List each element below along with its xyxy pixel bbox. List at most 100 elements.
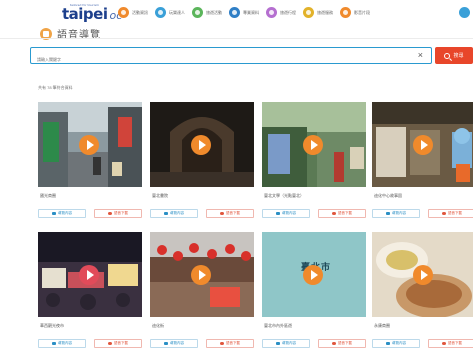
download-icon — [442, 211, 446, 216]
logo-text: taipei — [62, 5, 108, 23]
guide-thumbnail[interactable] — [150, 102, 254, 187]
calendar-icon — [118, 7, 129, 18]
card-actions: 導覽內容 語音下載 — [150, 339, 254, 348]
guide-thumbnail[interactable] — [372, 102, 473, 187]
view-content-button[interactable]: 導覽內容 — [262, 209, 310, 218]
guide-title: 國光商圈 — [40, 193, 56, 198]
guide-thumbnail[interactable] — [372, 232, 473, 317]
route-icon — [266, 7, 277, 18]
flag-icon — [192, 7, 203, 18]
guide-card: 臺北書院 導覽內容 語音下載 — [150, 102, 254, 218]
document-icon — [229, 7, 240, 18]
external-link-icon — [52, 341, 56, 346]
download-audio-button[interactable]: 語音下載 — [94, 339, 142, 348]
search-bar: × — [30, 47, 432, 67]
guide-card: 永康商圈 導覽內容 語音下載 — [372, 232, 473, 348]
nav-item-events[interactable]: 活動資訊 — [118, 7, 148, 18]
view-content-button[interactable]: 導覽內容 — [372, 209, 420, 218]
guide-title: 臺北文學（光點臺北） — [264, 193, 304, 198]
divider — [0, 38, 473, 39]
play-icon[interactable] — [191, 135, 211, 155]
view-content-button[interactable]: 導覽內容 — [150, 339, 198, 348]
nav-item-services[interactable]: 旅遊服務 — [303, 7, 333, 18]
download-audio-button[interactable]: 語音下載 — [206, 339, 254, 348]
play-icon[interactable] — [79, 265, 99, 285]
guide-card: 迪化街 導覽內容 語音下載 — [150, 232, 254, 348]
info-icon — [303, 7, 314, 18]
guide-card: 國光商圈 導覽內容 語音下載 — [38, 102, 142, 218]
download-icon — [332, 341, 336, 346]
view-content-button[interactable]: 導覽內容 — [372, 339, 420, 348]
external-link-icon — [386, 341, 390, 346]
result-count: 共有 78 筆符合資料 — [38, 85, 73, 90]
card-actions: 導覽內容 語音下載 — [372, 339, 473, 348]
guide-thumbnail[interactable] — [38, 102, 142, 187]
guide-card: 臺北文學（光點臺北） 導覽內容 語音下載 — [262, 102, 366, 218]
logo-tagline: tailored for tourism — [70, 3, 99, 7]
nav-item-trips[interactable]: 旅遊行程 — [266, 7, 296, 18]
site-logo[interactable]: tailored for tourism taipei oc — [62, 3, 122, 23]
download-icon — [442, 341, 446, 346]
guide-title: 迪化中心故事園 — [374, 193, 402, 198]
card-actions: 導覽內容 語音下載 — [150, 209, 254, 218]
card-actions: 導覽內容 語音下載 — [262, 339, 366, 348]
download-icon — [332, 211, 336, 216]
search-input[interactable] — [31, 52, 411, 67]
guide-thumbnail[interactable] — [38, 232, 142, 317]
nav-menu: 活動資訊 玩樂達人 旅遊活動 專業資料 旅遊行程 旅遊服務 影音片段 — [118, 7, 377, 18]
globe-icon[interactable] — [459, 7, 470, 18]
download-audio-button[interactable]: 語音下載 — [318, 339, 366, 348]
nav-item-media[interactable]: 影音片段 — [340, 7, 370, 18]
guide-title: 臺北市內外區遊 — [264, 323, 292, 328]
nav-item-data[interactable]: 專業資料 — [229, 7, 259, 18]
view-content-button[interactable]: 導覽內容 — [150, 209, 198, 218]
card-actions: 導覽內容 語音下載 — [262, 209, 366, 218]
guide-card: 華西觀光夜市 導覽內容 語音下載 — [38, 232, 142, 348]
play-icon[interactable] — [79, 135, 99, 155]
external-link-icon — [164, 341, 168, 346]
play-icon[interactable] — [303, 265, 323, 285]
external-link-icon — [164, 211, 168, 216]
download-audio-button[interactable]: 語音下載 — [428, 209, 473, 218]
download-audio-button[interactable]: 語音下載 — [318, 209, 366, 218]
guide-card: 迪化中心故事園 導覽內容 語音下載 — [372, 102, 473, 218]
play-icon[interactable] — [413, 265, 433, 285]
card-actions: 導覽內容 語音下載 — [372, 209, 473, 218]
download-icon — [108, 341, 112, 346]
external-link-icon — [276, 211, 280, 216]
guide-thumbnail[interactable] — [150, 232, 254, 317]
external-link-icon — [386, 211, 390, 216]
guide-title: 迪化街 — [152, 323, 164, 328]
guide-thumbnail[interactable]: 臺北市 taipei — [262, 232, 366, 317]
guide-title: 永康商圈 — [374, 323, 390, 328]
play-icon[interactable] — [191, 265, 211, 285]
external-link-icon — [52, 211, 56, 216]
top-nav: tailored for tourism taipei oc 活動資訊 玩樂達人 … — [0, 0, 473, 28]
play-icon[interactable] — [303, 135, 323, 155]
download-icon — [108, 211, 112, 216]
video-icon — [340, 7, 351, 18]
search-button-label: 搜尋 — [453, 53, 464, 59]
external-link-icon — [276, 341, 280, 346]
search-button[interactable]: 搜尋 — [435, 47, 473, 64]
nav-item-experts[interactable]: 玩樂達人 — [155, 7, 185, 18]
view-content-button[interactable]: 導覽內容 — [38, 209, 86, 218]
download-icon — [220, 341, 224, 346]
guide-card: 臺北市 taipei 臺北市內外區遊 導覽內容 語音下載 — [262, 232, 366, 348]
guide-thumbnail[interactable] — [262, 102, 366, 187]
people-icon — [155, 7, 166, 18]
download-audio-button[interactable]: 語音下載 — [94, 209, 142, 218]
clear-icon[interactable]: × — [418, 50, 423, 61]
play-icon[interactable] — [413, 135, 433, 155]
view-content-button[interactable]: 導覽內容 — [262, 339, 310, 348]
download-audio-button[interactable]: 語音下載 — [206, 209, 254, 218]
card-actions: 導覽內容 語音下載 — [38, 339, 142, 348]
view-content-button[interactable]: 導覽內容 — [38, 339, 86, 348]
card-actions: 導覽內容 語音下載 — [38, 209, 142, 218]
download-icon — [220, 211, 224, 216]
search-icon — [444, 52, 451, 59]
guide-title: 臺北書院 — [152, 193, 168, 198]
guide-title: 華西觀光夜市 — [40, 323, 64, 328]
nav-item-activities[interactable]: 旅遊活動 — [192, 7, 222, 18]
download-audio-button[interactable]: 語音下載 — [428, 339, 473, 348]
